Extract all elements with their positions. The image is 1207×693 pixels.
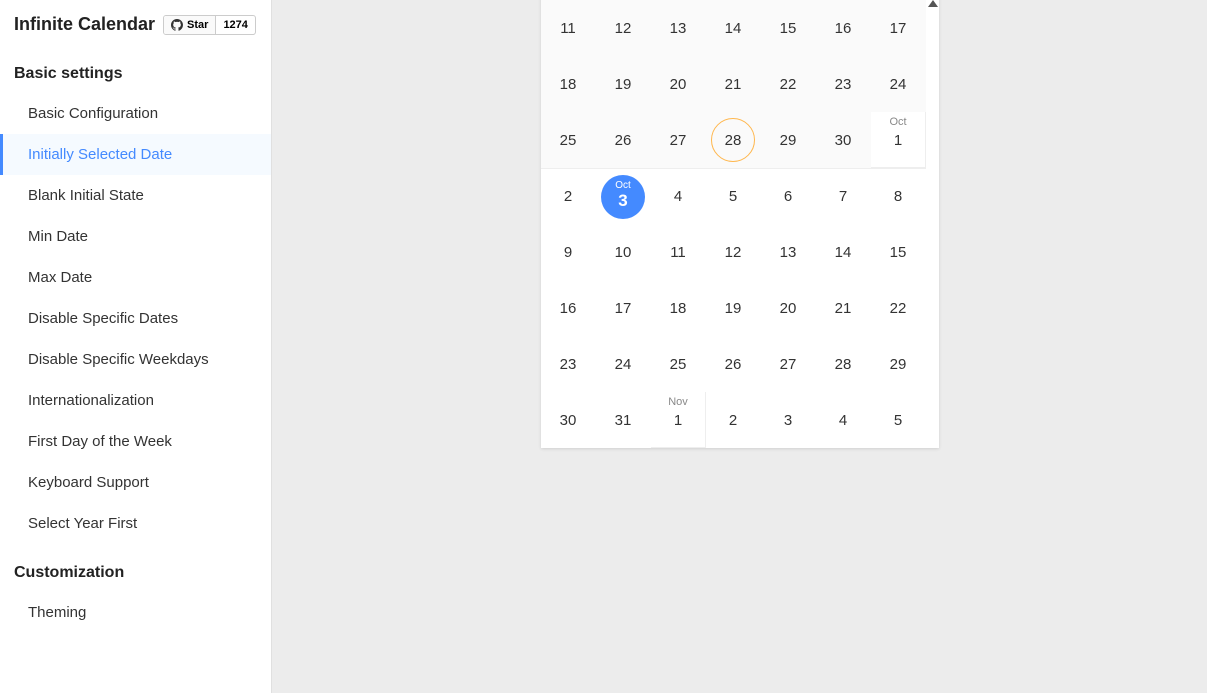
calendar-day[interactable]: 3 [761,392,816,448]
calendar-day[interactable]: 4 [651,169,706,224]
calendar-day-today[interactable]: 28 [706,112,761,168]
nav-min-date[interactable]: Min Date [0,216,271,257]
calendar-day[interactable]: 26 [596,112,651,168]
nav-theming[interactable]: Theming [0,592,271,633]
nav-initially-selected-date[interactable]: Initially Selected Date [0,134,271,175]
calendar-day[interactable]: 24 [596,336,651,392]
calendar-day[interactable]: 25 [651,336,706,392]
calendar-week: 23 24 25 26 27 28 29 [541,336,926,392]
calendar-day[interactable]: 31 [596,392,651,448]
calendar-day[interactable]: 15 [761,0,816,56]
month-label-nov: Nov [668,396,688,408]
calendar-day-month-start[interactable]: Oct 1 [871,112,926,168]
nav-disable-specific-dates[interactable]: Disable Specific Dates [0,298,271,339]
calendar-day[interactable]: 9 [541,224,596,280]
calendar-day[interactable]: 6 [761,169,816,224]
calendar-day-month-start[interactable]: Nov 1 [651,392,706,448]
selected-day-number: 3 [618,191,627,211]
main-panel: Initially Selected Date 2016 Mon, Oct 3r… [272,0,1207,693]
calendar-widget: 2016 Mon, Oct 3rd Sun Mon Tue Wed Thu Fr… [541,0,939,448]
month-label-oct: Oct [889,116,906,128]
calendar-day[interactable]: 19 [596,56,651,112]
calendar-day[interactable]: 16 [541,280,596,336]
calendar-day[interactable]: 4 [816,392,871,448]
sidebar: Infinite Calendar Star 1274 Basic settin… [0,0,272,693]
nav-first-day-of-week[interactable]: First Day of the Week [0,421,271,462]
nav-max-date[interactable]: Max Date [0,257,271,298]
calendar-week: 9 10 11 12 13 14 15 [541,224,926,280]
calendar-week: 16 17 18 19 20 21 22 [541,280,926,336]
calendar-day[interactable]: 15 [871,224,926,280]
calendar-day[interactable]: 29 [761,112,816,168]
calendar-day[interactable]: 18 [651,280,706,336]
calendar-day[interactable]: 17 [596,280,651,336]
section-heading-customization: Customization [0,544,271,592]
calendar-day[interactable]: 20 [651,56,706,112]
nav-select-year-first[interactable]: Select Year First [0,503,271,544]
calendar-day[interactable]: 5 [871,392,926,448]
calendar-day[interactable]: 21 [816,280,871,336]
calendar-day[interactable]: 26 [706,336,761,392]
section-heading-basic: Basic settings [0,45,271,93]
nav-basic-configuration[interactable]: Basic Configuration [0,93,271,134]
nav-blank-initial-state[interactable]: Blank Initial State [0,175,271,216]
selected-day-circle: Oct 3 [601,175,645,219]
calendar-day[interactable]: 13 [761,224,816,280]
calendar-day[interactable]: 22 [871,280,926,336]
calendar-day[interactable]: 27 [761,336,816,392]
calendar-week: 18 19 20 21 22 23 24 [541,56,926,112]
calendar-week: 25 26 27 28 29 30 Oct 1 [541,112,926,168]
calendar-day[interactable]: 12 [706,224,761,280]
calendar-week: 2 Oct 3 4 5 6 7 8 [541,168,926,224]
calendar-day[interactable]: 2 [706,392,761,448]
calendar-day[interactable]: 7 [816,169,871,224]
calendar-day[interactable]: 14 [706,0,761,56]
calendar-day[interactable]: 5 [706,169,761,224]
github-star-label: Star [187,19,208,31]
calendar-day[interactable]: 19 [706,280,761,336]
nav-internationalization[interactable]: Internationalization [0,380,271,421]
calendar-day[interactable]: 17 [871,0,926,56]
calendar-week: 30 31 Nov 1 2 3 4 5 [541,392,926,448]
calendar-day[interactable]: 8 [871,169,926,224]
calendar-day[interactable]: 27 [651,112,706,168]
calendar-day[interactable]: 28 [816,336,871,392]
calendar-day[interactable]: 16 [816,0,871,56]
calendar-day[interactable]: 22 [761,56,816,112]
calendar-day[interactable]: 29 [871,336,926,392]
calendar-day[interactable]: 12 [596,0,651,56]
calendar-day[interactable]: 30 [541,392,596,448]
calendar-day[interactable]: 23 [541,336,596,392]
calendar-day[interactable]: 18 [541,56,596,112]
calendar-day[interactable]: 14 [816,224,871,280]
github-star-badge[interactable]: Star 1274 [163,15,256,35]
calendar-day[interactable]: 11 [541,0,596,56]
today-ring: 28 [711,118,755,162]
calendar-day[interactable]: 2 [541,169,596,224]
calendar-day[interactable]: 13 [651,0,706,56]
github-icon [171,19,183,31]
calendar-day[interactable]: 25 [541,112,596,168]
nav-keyboard-support[interactable]: Keyboard Support [0,462,271,503]
github-star-count: 1274 [216,16,254,34]
selected-month-label: Oct [615,181,631,191]
github-star-button[interactable]: Star [164,16,216,34]
scroll-up-icon[interactable] [928,0,938,7]
calendar-day[interactable]: 30 [816,112,871,168]
app-title: Infinite Calendar [14,14,155,35]
calendar-day[interactable]: 21 [706,56,761,112]
calendar-week: 11 12 13 14 15 16 17 [541,0,926,56]
calendar-day-selected[interactable]: Oct 3 [596,169,651,224]
page-body: 2016 Mon, Oct 3rd Sun Mon Tue Wed Thu Fr… [272,0,1207,693]
calendar-day[interactable]: 10 [596,224,651,280]
calendar-grid[interactable]: 11 12 13 14 15 16 17 18 19 20 21 22 23 2… [541,0,926,448]
calendar-day[interactable]: 20 [761,280,816,336]
calendar-day[interactable]: 23 [816,56,871,112]
calendar-day[interactable]: 24 [871,56,926,112]
sidebar-header: Infinite Calendar Star 1274 [0,0,271,45]
calendar-day[interactable]: 11 [651,224,706,280]
nav-disable-specific-weekdays[interactable]: Disable Specific Weekdays [0,339,271,380]
